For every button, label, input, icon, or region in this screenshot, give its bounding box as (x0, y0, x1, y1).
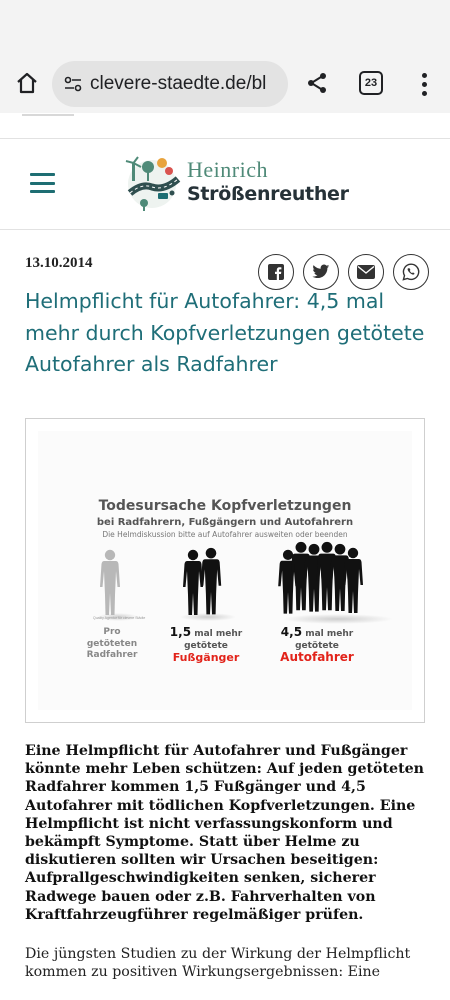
share-buttons (258, 254, 429, 290)
site-settings-icon[interactable] (60, 71, 86, 97)
label-pedestrians: 1,5 mal mehr getötete Fußgänger (169, 625, 243, 664)
share-whatsapp-button[interactable] (393, 254, 429, 290)
status-bar-area (0, 0, 450, 55)
share-twitter-button[interactable] (303, 254, 339, 290)
url-text[interactable]: clevere-staedte.de/bl (90, 73, 266, 95)
logo-name-line1[interactable]: Heinrich (187, 157, 268, 183)
site-header: Heinrich Strößenreuther (0, 138, 450, 230)
logo-icon[interactable] (122, 153, 186, 213)
share-facebook-button[interactable] (258, 254, 294, 290)
url-bar[interactable]: clevere-staedte.de/bl (52, 61, 288, 107)
article-lead: Eine Helmpflicht für Autofahrer und Fußg… (25, 743, 424, 923)
post-date: 13.10.2014 (25, 255, 93, 271)
tab-count: 23 (364, 77, 378, 89)
label-cyclists: Pro getöteten Radfahrer (86, 627, 138, 660)
people-silhouettes (98, 541, 393, 624)
email-icon (357, 265, 375, 279)
more-menu-icon[interactable] (412, 69, 436, 99)
article-infographic[interactable]: Todesursache Kopfverletzungen bei Radfah… (25, 418, 425, 723)
whatsapp-icon (402, 263, 420, 281)
browser-toolbar: clevere-staedte.de/bl 23 (0, 55, 450, 113)
article-title: Helmpflicht für Autofahrer: 4,5 mal mehr… (25, 289, 425, 376)
share-icon[interactable] (302, 68, 332, 98)
hamburger-menu-icon[interactable] (30, 173, 55, 193)
share-email-button[interactable] (348, 254, 384, 290)
driver-figures (278, 541, 363, 614)
tab-switcher-button[interactable]: 23 (359, 71, 383, 95)
pedestrian-figure-1 (183, 549, 203, 615)
cyclist-figure (100, 549, 120, 615)
infographic-canvas: Todesursache Kopfverletzungen bei Radfah… (38, 431, 412, 710)
logo-name-line2[interactable]: Strößenreuther (187, 183, 349, 205)
home-icon[interactable] (12, 68, 42, 98)
article-body: Die jüngsten Studien zu der Wirkung der … (25, 946, 411, 981)
infographic-credit: Quality Agentur für clevere Städte (93, 616, 146, 620)
label-drivers: 4,5 mal mehr getötete Autofahrer (280, 625, 354, 664)
facebook-icon (268, 264, 284, 280)
divider (22, 114, 74, 116)
pedestrian-figure-2 (200, 547, 222, 615)
twitter-icon (312, 264, 330, 278)
